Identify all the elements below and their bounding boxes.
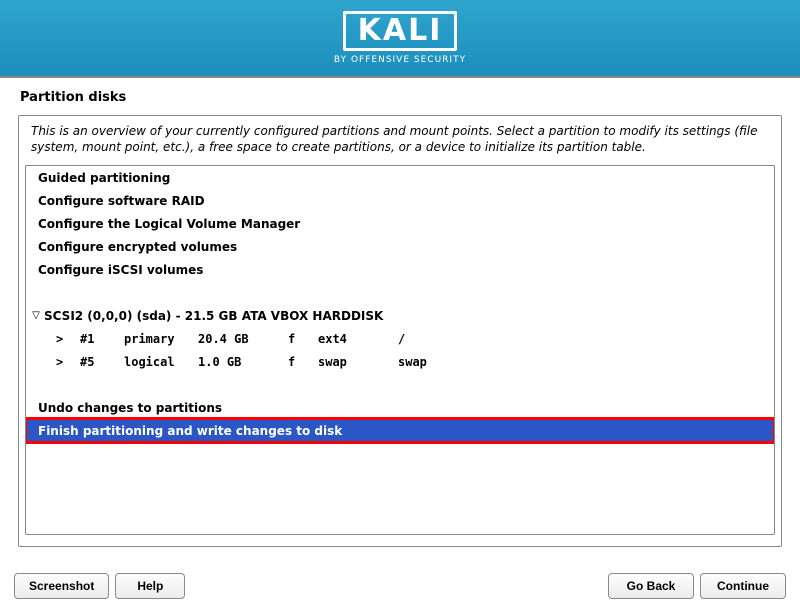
continue-button[interactable]: Continue — [700, 573, 786, 599]
list-spacer — [26, 373, 774, 396]
logo-text: KALI — [358, 16, 443, 46]
menu-configure-encrypted[interactable]: Configure encrypted volumes — [26, 235, 774, 258]
partition-mount: swap — [398, 355, 458, 369]
description-text: This is an overview of your currently co… — [25, 124, 775, 161]
footer-bar: Screenshot Help Go Back Continue — [14, 573, 786, 599]
partition-flag: f — [288, 355, 318, 369]
logo-tagline: BY OFFENSIVE SECURITY — [334, 55, 466, 65]
disk-sda[interactable]: ▽ SCSI2 (0,0,0) (sda) - 21.5 GB ATA VBOX… — [26, 304, 774, 327]
partition-number: #5 — [80, 355, 124, 369]
header-banner: KALI BY OFFENSIVE SECURITY — [0, 0, 800, 78]
logo-box: KALI — [343, 11, 458, 51]
menu-configure-iscsi[interactable]: Configure iSCSI volumes — [26, 258, 774, 281]
partition-flag: f — [288, 332, 318, 346]
content-frame: This is an overview of your currently co… — [18, 115, 782, 547]
partition-row[interactable]: > #5 logical 1.0 GB f swap swap — [26, 350, 774, 373]
partition-fs: ext4 — [318, 332, 398, 346]
partition-size: 1.0 GB — [198, 355, 288, 369]
menu-configure-lvm[interactable]: Configure the Logical Volume Manager — [26, 212, 774, 235]
partition-type: logical — [124, 355, 198, 369]
partition-fs: swap — [318, 355, 398, 369]
partition-type: primary — [124, 332, 198, 346]
chevron-down-icon: ▽ — [28, 310, 44, 321]
partition-list: Guided partitioning Configure software R… — [25, 165, 775, 535]
partition-size: 20.4 GB — [198, 332, 288, 346]
partition-indicator: > — [56, 355, 80, 369]
partition-row[interactable]: > #1 primary 20.4 GB f ext4 / — [26, 327, 774, 350]
menu-finish-partitioning[interactable]: Finish partitioning and write changes to… — [26, 419, 774, 442]
page-title: Partition disks — [0, 78, 800, 115]
partition-indicator: > — [56, 332, 80, 346]
list-spacer — [26, 281, 774, 304]
menu-guided-partitioning[interactable]: Guided partitioning — [26, 166, 774, 189]
help-button[interactable]: Help — [115, 573, 185, 599]
menu-configure-raid[interactable]: Configure software RAID — [26, 189, 774, 212]
disk-label: SCSI2 (0,0,0) (sda) - 21.5 GB ATA VBOX H… — [44, 309, 383, 323]
go-back-button[interactable]: Go Back — [608, 573, 694, 599]
menu-undo-changes[interactable]: Undo changes to partitions — [26, 396, 774, 419]
partition-mount: / — [398, 332, 458, 346]
screenshot-button[interactable]: Screenshot — [14, 573, 109, 599]
partition-number: #1 — [80, 332, 124, 346]
